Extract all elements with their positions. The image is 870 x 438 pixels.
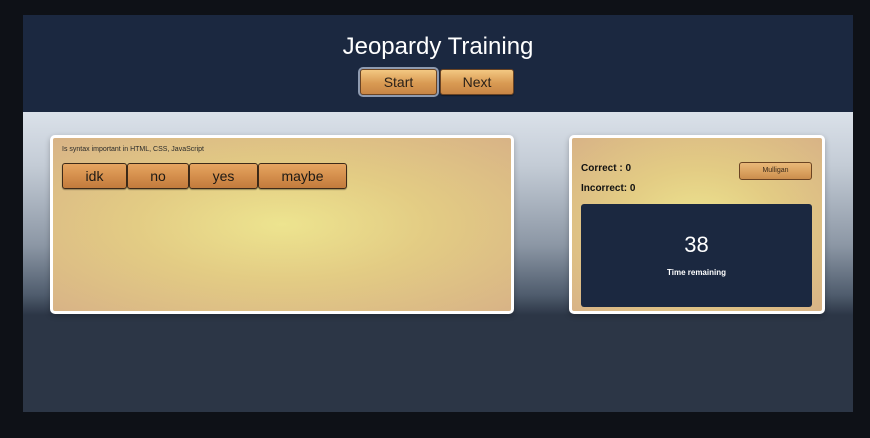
start-button[interactable]: Start <box>358 67 439 97</box>
page-title: Jeopardy Training <box>342 33 534 60</box>
next-button[interactable]: Next <box>440 69 514 95</box>
answer-button-yes[interactable]: yes <box>189 163 258 189</box>
answer-button-maybe[interactable]: maybe <box>258 163 347 189</box>
question-card: Is syntax important in HTML, CSS, JavaSc… <box>50 135 514 314</box>
timer-value: 38 <box>684 232 709 257</box>
answer-button-idk[interactable]: idk <box>62 163 127 189</box>
incorrect-count: Incorrect: 0 <box>581 183 636 194</box>
header: Jeopardy Training Start Next <box>23 15 853 112</box>
timer-panel: 38 Time remaining <box>581 204 812 307</box>
app-window: Jeopardy Training Start Next Is syntax i… <box>23 15 853 412</box>
timer-label: Time remaining <box>667 268 726 277</box>
question-text: Is syntax important in HTML, CSS, JavaSc… <box>62 146 204 153</box>
score-card: Correct : 0 Incorrect: 0 Mulligan 38 Tim… <box>569 135 825 314</box>
mulligan-button[interactable]: Mulligan <box>739 162 812 180</box>
answer-button-no[interactable]: no <box>127 163 189 189</box>
correct-count: Correct : 0 <box>581 163 632 174</box>
